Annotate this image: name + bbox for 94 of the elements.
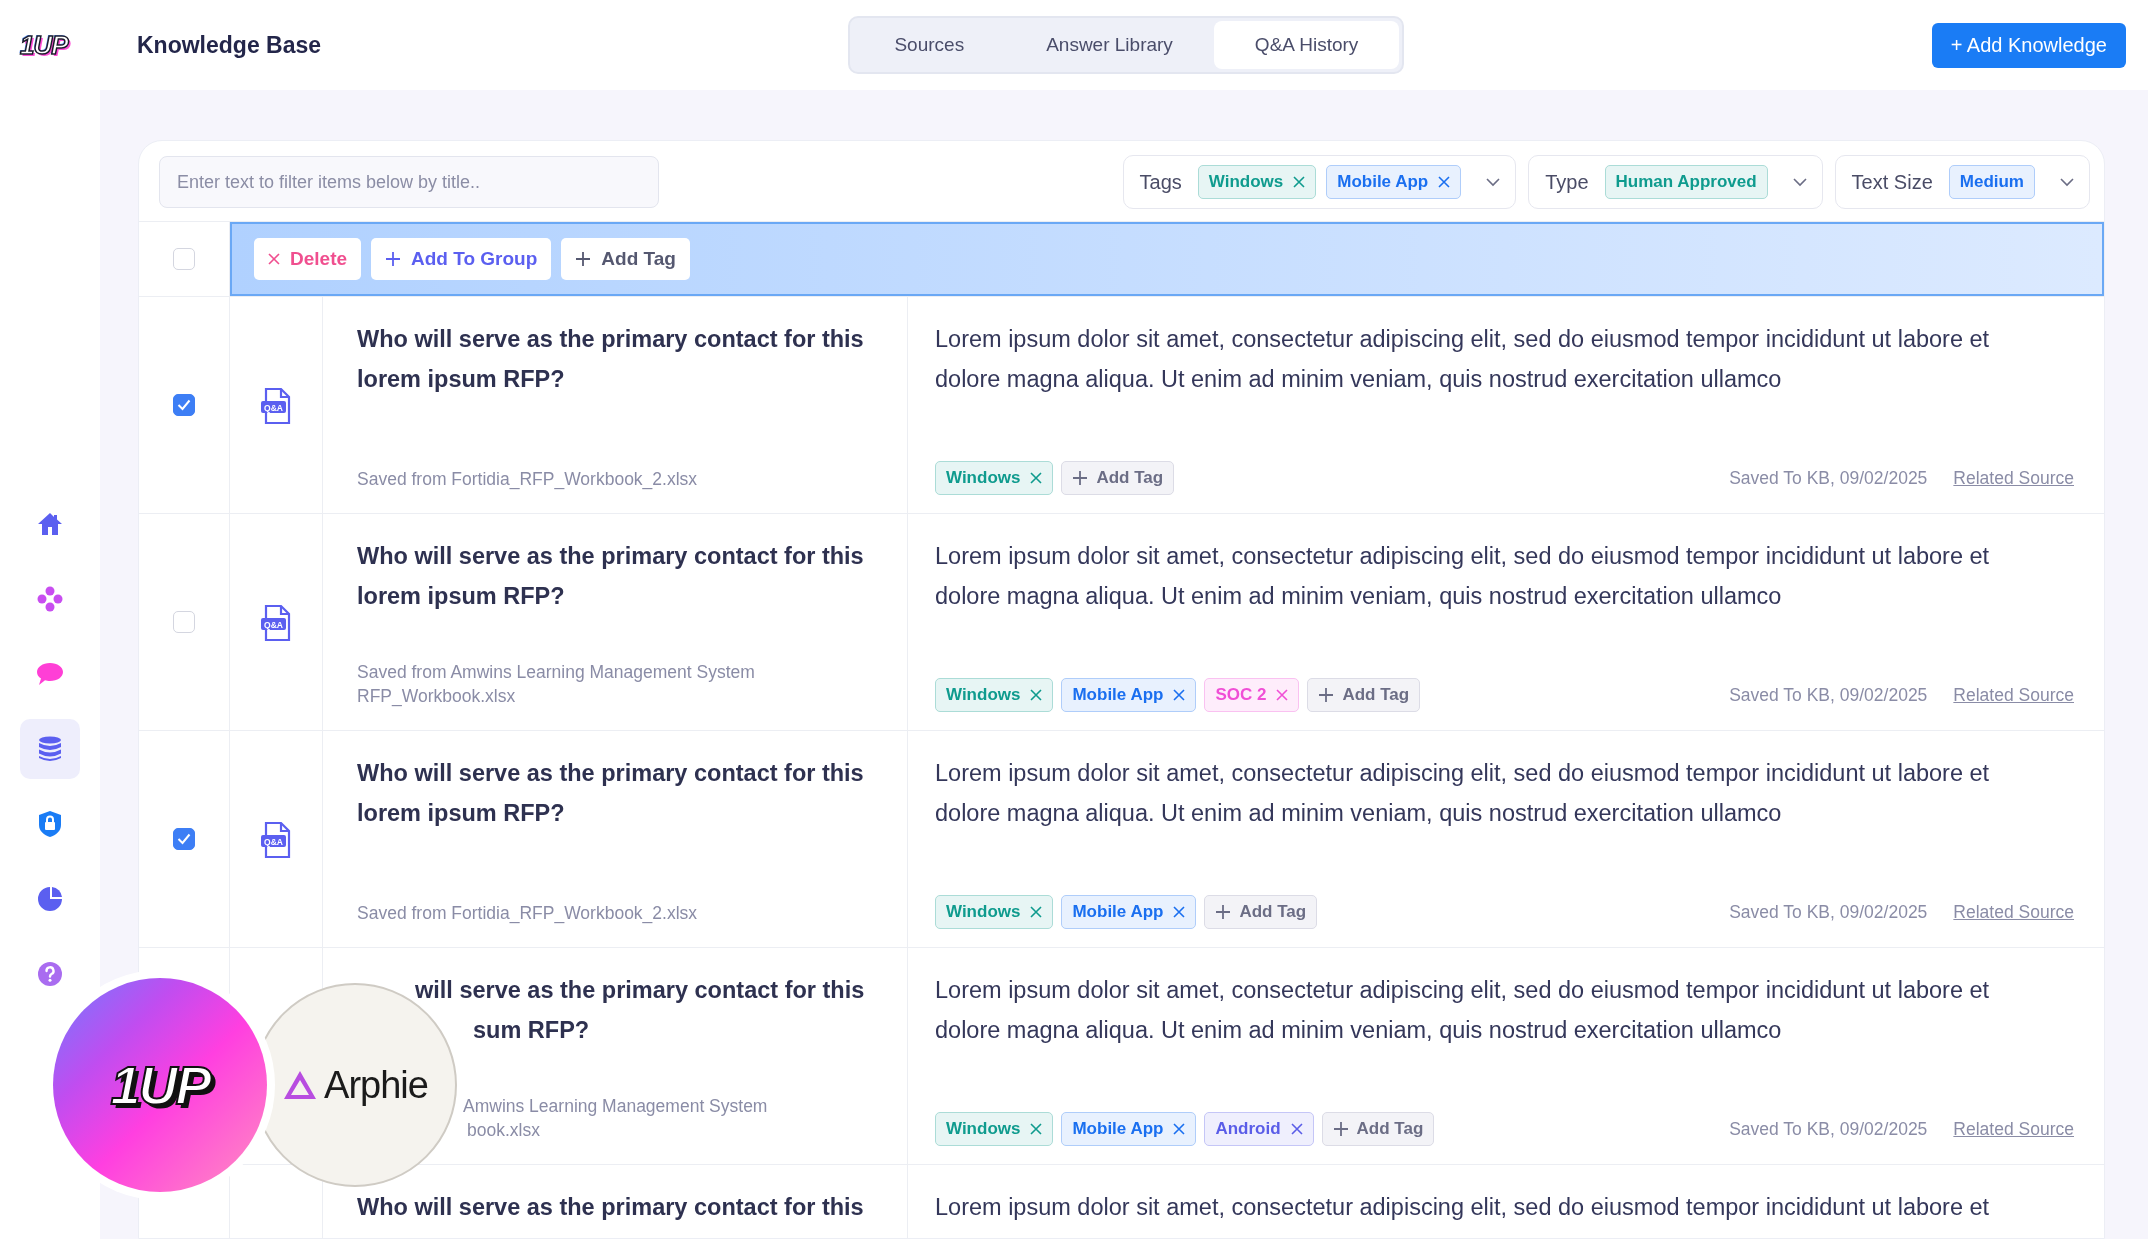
source-text: Amwins Learning Management System bbox=[462, 1095, 769, 1118]
answer-text: Lorem ipsum dolor sit amet, consectetur adipiscing elit, sed do eiusmod tempor incididunt ut labore et dolore magna aliqua. Ut enim ad minim veniam, quis nostrud exercitation ullamco bbox=[935, 325, 1991, 394]
tag-chip[interactable]: Windows bbox=[935, 1112, 1054, 1146]
remove-icon[interactable] bbox=[1030, 1123, 1043, 1135]
tag-chip[interactable]: Windows bbox=[1197, 165, 1317, 199]
saved-date: Saved To KB, 09/02/2025 bbox=[1729, 1118, 1928, 1140]
home-icon bbox=[37, 512, 63, 536]
filter-dropdown[interactable]: Type Human Approved bbox=[1528, 155, 1823, 209]
remove-icon[interactable] bbox=[1173, 1123, 1186, 1135]
tag-chip[interactable]: Windows bbox=[935, 678, 1054, 712]
tag-chip[interactable]: Windows bbox=[935, 895, 1054, 929]
add-tag-button[interactable]: Add Tag bbox=[1204, 895, 1318, 929]
tab[interactable]: Answer Library bbox=[1005, 21, 1214, 69]
chevron-down-icon[interactable] bbox=[1485, 177, 1502, 187]
add-knowledge-button[interactable]: + Add Knowledge bbox=[1931, 22, 2126, 68]
related-source-link[interactable]: Related Source bbox=[1953, 684, 2074, 706]
remove-icon[interactable] bbox=[1030, 906, 1043, 918]
tag-chip[interactable]: SOC 2 bbox=[1204, 678, 1300, 712]
tag-chip[interactable]: Human Approved bbox=[1604, 165, 1768, 199]
add-to-group-button[interactable]: Add To Group bbox=[371, 238, 552, 280]
triangle-logo-icon bbox=[282, 1069, 319, 1101]
sidebar-item[interactable] bbox=[20, 719, 80, 779]
add-tag-button[interactable]: Add Tag bbox=[561, 238, 690, 280]
tag-chip[interactable]: Windows bbox=[935, 461, 1054, 495]
question-text: Who will serve as the primary contact for this lorem ipsum RFP? bbox=[357, 325, 865, 394]
answer-text: Lorem ipsum dolor sit amet, consectetur adipiscing elit, sed do eiusmod tempor incididunt ut labore et dolore magna aliqua. Ut enim ad minim veniam, quis nostrud exercitation ullamco bbox=[935, 976, 1991, 1045]
add-tag-button[interactable]: Add Tag bbox=[1061, 461, 1175, 495]
saved-date: Saved To KB, 09/02/2025 bbox=[1729, 684, 1928, 706]
row-checkbox[interactable] bbox=[173, 828, 195, 850]
saved-date: Saved To KB, 09/02/2025 bbox=[1729, 467, 1928, 489]
plus-icon bbox=[1072, 470, 1089, 486]
remove-icon[interactable] bbox=[1173, 906, 1186, 918]
related-source-link[interactable]: Related Source bbox=[1953, 1118, 2074, 1140]
source-text: Saved from Fortidia_RFP_Workbook_2.xlsx bbox=[357, 902, 699, 925]
logo-text: Arphie bbox=[324, 1063, 428, 1107]
add-tag-button[interactable]: Add Tag bbox=[1307, 678, 1421, 712]
source-text: Saved from Amwins Learning Management System RFP_Workbook.xlsx bbox=[357, 661, 756, 708]
database-icon bbox=[38, 736, 62, 762]
remove-icon[interactable] bbox=[1290, 1123, 1303, 1135]
remove-icon[interactable] bbox=[1276, 689, 1289, 701]
help-icon bbox=[37, 961, 63, 987]
add-tag-button[interactable]: Add Tag bbox=[1321, 1112, 1435, 1146]
remove-icon[interactable] bbox=[1438, 176, 1451, 188]
source-text: Saved from Fortidia_RFP_Workbook_2.xlsx bbox=[357, 468, 699, 491]
tag-chip[interactable]: Mobile App bbox=[1061, 895, 1197, 929]
plus-icon bbox=[575, 251, 592, 267]
remove-icon[interactable] bbox=[1293, 176, 1306, 188]
filter-label: Type bbox=[1545, 170, 1589, 194]
delete-button[interactable]: Delete bbox=[254, 238, 362, 280]
answer-text: Lorem ipsum dolor sit amet, consectetur adipiscing elit, sed do eiusmod tempor incididunt ut labore et dolore magna aliqua. Ut enim ad minim veniam, quis nostrud exercitation ullamco bbox=[935, 759, 1991, 828]
plus-icon bbox=[1318, 687, 1335, 703]
tag-chip[interactable]: Mobile App bbox=[1061, 1112, 1197, 1146]
related-source-link[interactable]: Related Source bbox=[1953, 901, 2074, 923]
saved-date: Saved To KB, 09/02/2025 bbox=[1729, 901, 1928, 923]
question-text: Who will serve as the primary contact for this lorem ipsum RFP? bbox=[357, 759, 865, 828]
tag-chip[interactable]: Mobile App bbox=[1061, 678, 1197, 712]
check-icon bbox=[177, 833, 191, 845]
search-field[interactable]: Enter text to filter items below by title.. bbox=[159, 156, 659, 208]
question-text: Who will serve as the primary contact for this lorem ipsum RFP? bbox=[357, 542, 865, 611]
question-text: sum RFP? bbox=[472, 1016, 591, 1045]
remove-icon[interactable] bbox=[1030, 689, 1043, 701]
related-source-link[interactable]: Related Source bbox=[1953, 467, 2074, 489]
filter-label: Text Size bbox=[1851, 170, 1933, 194]
source-text: book.xlsx bbox=[466, 1119, 541, 1142]
shield-lock-icon bbox=[38, 810, 62, 838]
tag-chip[interactable]: Mobile App bbox=[1326, 165, 1462, 199]
page-title: Knowledge Base bbox=[137, 31, 322, 59]
chevron-down-icon[interactable] bbox=[1791, 177, 1808, 187]
dots-icon bbox=[37, 586, 63, 612]
plus-icon bbox=[1332, 1121, 1349, 1137]
select-all-checkbox[interactable] bbox=[173, 248, 195, 270]
question-text: will serve as the primary contact for this bbox=[414, 976, 866, 1005]
plus-icon bbox=[1215, 904, 1232, 920]
answer-text: Lorem ipsum dolor sit amet, consectetur adipiscing elit, sed do eiusmod tempor incididunt ut labore et dolore magna aliqua. Ut enim ad minim veniam, quis nostrud exercitation ullamco bbox=[935, 542, 1991, 611]
tag-chip[interactable]: Android bbox=[1204, 1112, 1314, 1146]
plus-icon bbox=[385, 251, 402, 267]
check-icon bbox=[177, 399, 191, 411]
chat-icon bbox=[36, 662, 64, 686]
tag-chip[interactable]: Medium bbox=[1948, 165, 2035, 199]
answer-text: Lorem ipsum dolor sit amet, consectetur adipiscing elit, sed do eiusmod tempor incididunt ut labore et bbox=[935, 1193, 1991, 1222]
chevron-down-icon[interactable] bbox=[2059, 177, 2075, 187]
close-icon[interactable] bbox=[268, 253, 280, 265]
row-checkbox[interactable] bbox=[173, 394, 195, 416]
filter-label: Tags bbox=[1139, 170, 1182, 194]
filter-dropdown[interactable]: Tags Windows Mobile App bbox=[1122, 155, 1517, 209]
remove-icon[interactable] bbox=[1173, 689, 1186, 701]
question-text: Who will serve as the primary contact for this bbox=[357, 1193, 865, 1222]
tab[interactable]: Q&A History bbox=[1213, 21, 1400, 69]
filter-dropdown[interactable]: Text Size Medium bbox=[1834, 155, 2090, 209]
pie-chart-icon bbox=[37, 886, 63, 912]
tab[interactable]: Sources bbox=[853, 21, 1006, 69]
logo-text: 1UP bbox=[110, 1054, 210, 1116]
app-logo[interactable]: 1UP bbox=[20, 29, 84, 61]
remove-icon[interactable] bbox=[1030, 472, 1043, 484]
